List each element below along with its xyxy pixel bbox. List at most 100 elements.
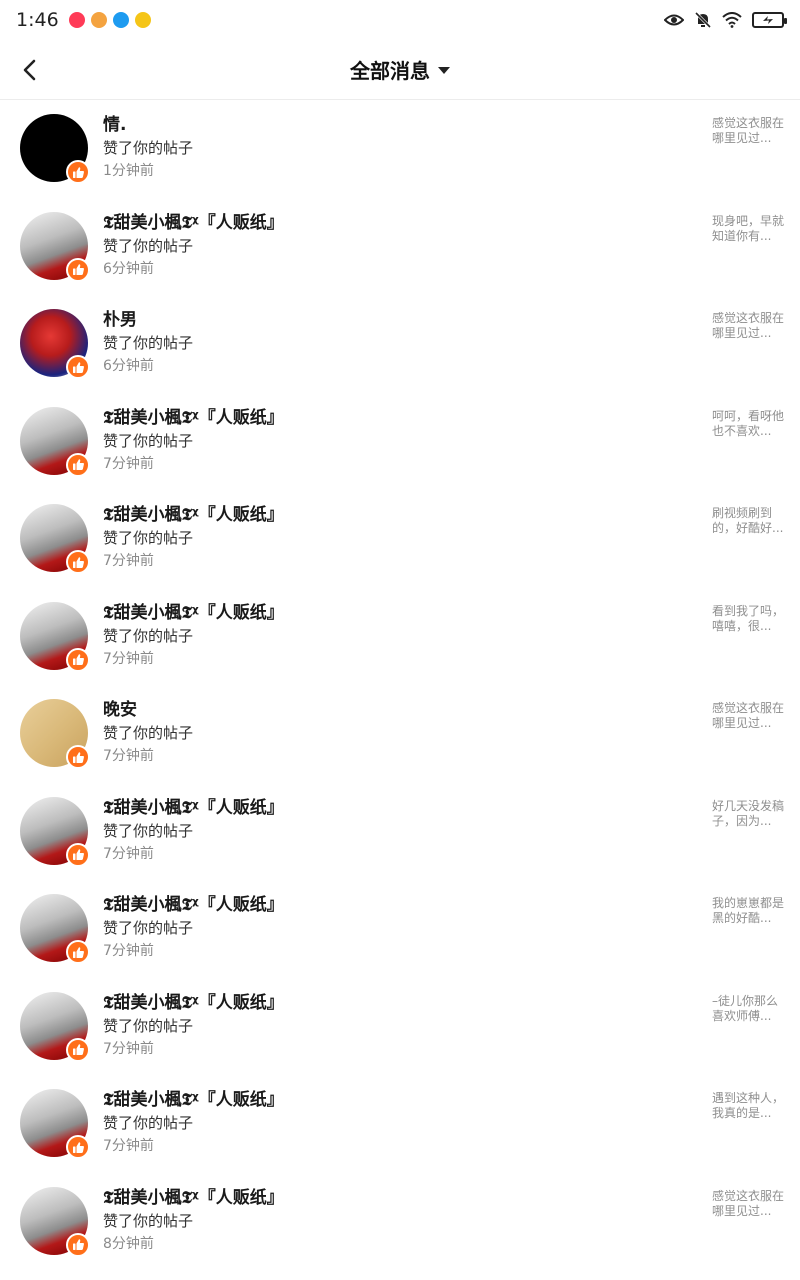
user-name[interactable]: 朴男 [103, 309, 683, 331]
post-preview[interactable]: 好几天没发稿子，因为... [712, 799, 784, 829]
news-app-icon [68, 12, 85, 28]
post-preview[interactable]: 感觉这衣服在哪里见过... [712, 1189, 784, 1219]
user-name[interactable]: 情. [103, 114, 683, 136]
timestamp: 7分钟前 [103, 650, 154, 667]
message-item[interactable]: 𝕿甜美小楓𝕿ᵡ『人贩纸』 赞了你的帖子 6分钟前 现身吧，早就知道你有... [0, 198, 800, 296]
timestamp: 7分钟前 [103, 1040, 154, 1057]
post-preview[interactable]: 我的崽崽都是黑的好酷... [712, 896, 784, 926]
message-item[interactable]: 晚安 赞了你的帖子 7分钟前 感觉这衣服在哪里见过... [0, 685, 800, 783]
like-badge [66, 550, 90, 574]
post-preview[interactable]: 感觉这衣服在哪里见过... [712, 116, 784, 146]
action-text: 赞了你的帖子 [103, 1114, 194, 1132]
action-text: 赞了你的帖子 [103, 139, 194, 157]
post-preview[interactable]: 看到我了吗，嘻嘻，很... [712, 604, 784, 634]
message-item[interactable]: 𝕿甜美小楓𝕿ᵡ『人贩纸』 赞了你的帖子 7分钟前 我的崽崽都是黑的好酷... [0, 880, 800, 978]
user-name[interactable]: 晚安 [103, 699, 683, 721]
timestamp: 7分钟前 [103, 455, 154, 472]
thumbs-up-icon [72, 1044, 84, 1055]
user-name[interactable]: 𝕿甜美小楓𝕿ᵡ『人贩纸』 [103, 797, 683, 819]
user-name[interactable]: 𝕿甜美小楓𝕿ᵡ『人贩纸』 [103, 504, 683, 526]
message-item[interactable]: 朴男 赞了你的帖子 6分钟前 感觉这衣服在哪里见过... [0, 295, 800, 393]
avatar-wrapper[interactable] [20, 309, 90, 379]
thumbs-up-icon [72, 556, 84, 568]
action-text: 赞了你的帖子 [103, 236, 194, 255]
timestamp: 7分钟前 [103, 943, 154, 959]
action-text: 赞了你的帖子 [103, 724, 194, 742]
message-text: 𝕿甜美小楓𝕿ᵡ『人贩纸』 赞了你的帖子 7分钟前 [103, 1089, 683, 1157]
wifi-icon [722, 12, 742, 28]
thumbs-up-icon [72, 166, 84, 178]
message-item[interactable]: 𝕿甜美小楓𝕿ᵡ『人贩纸』 赞了你的帖子 8分钟前 感觉这衣服在哪里见过... [0, 1173, 800, 1271]
thumbs-up-icon [72, 1141, 84, 1153]
message-text: 𝕿甜美小楓𝕿ᵡ『人贩纸』 赞了你的帖子 7分钟前 [103, 407, 683, 475]
like-badge [66, 1232, 90, 1257]
like-badge [66, 160, 90, 184]
avatar-wrapper[interactable] [20, 504, 90, 574]
avatar-wrapper[interactable] [20, 601, 90, 672]
avatar-wrapper[interactable] [20, 406, 90, 477]
thumbs-up-icon [72, 264, 84, 275]
thumbs-up-icon [72, 654, 84, 665]
post-preview[interactable]: 现身吧，早就知道你有... [712, 214, 784, 244]
user-name[interactable]: 𝕿甜美小楓𝕿ᵡ『人贩纸』 [103, 407, 683, 429]
avatar-wrapper[interactable] [20, 699, 90, 769]
user-name[interactable]: 𝕿甜美小楓𝕿ᵡ『人贩纸』 [103, 894, 683, 916]
like-badge [66, 1135, 90, 1159]
header-bar: 全部消息 [0, 40, 800, 100]
message-text: 𝕿甜美小楓𝕿ᵡ『人贩纸』 赞了你的帖子 6分钟前 [103, 212, 683, 280]
post-preview[interactable]: 感觉这衣服在哪里见过... [712, 701, 784, 731]
avatar-wrapper[interactable] [20, 796, 90, 867]
post-preview[interactable]: –徒儿你那么喜欢师傅... [712, 994, 784, 1024]
thumbs-up-icon [72, 459, 84, 470]
message-item[interactable]: 情. 赞了你的帖子 1分钟前 感觉这衣服在哪里见过... [0, 100, 800, 198]
user-name[interactable]: 𝕿甜美小楓𝕿ᵡ『人贩纸』 [103, 992, 683, 1014]
timestamp: 7分钟前 [103, 845, 154, 862]
battery-icon [752, 12, 787, 28]
avatar-wrapper[interactable] [20, 894, 90, 964]
timestamp: 7分钟前 [103, 748, 154, 764]
avatar-wrapper[interactable] [20, 211, 90, 282]
avatar-wrapper[interactable] [20, 991, 90, 1062]
message-item[interactable]: 𝕿甜美小楓𝕿ᵡ『人贩纸』 赞了你的帖子 7分钟前 –徒儿你那么喜欢师傅... [0, 978, 800, 1076]
user-name[interactable]: 𝕿甜美小楓𝕿ᵡ『人贩纸』 [103, 1187, 683, 1209]
action-text: 赞了你的帖子 [103, 334, 194, 352]
thumbs-up-icon [72, 946, 84, 958]
action-text: 赞了你的帖子 [103, 431, 194, 450]
user-name[interactable]: 𝕿甜美小楓𝕿ᵡ『人贩纸』 [103, 1089, 683, 1111]
thumbs-up-icon [72, 1239, 84, 1250]
user-name[interactable]: 𝕿甜美小楓𝕿ᵡ『人贩纸』 [103, 602, 683, 624]
message-text: 𝕿甜美小楓𝕿ᵡ『人贩纸』 赞了你的帖子 7分钟前 [103, 602, 683, 670]
message-item[interactable]: 𝕿甜美小楓𝕿ᵡ『人贩纸』 赞了你的帖子 7分钟前 刷视频刷到的，好酷好... [0, 490, 800, 588]
message-item[interactable]: 𝕿甜美小楓𝕿ᵡ『人贩纸』 赞了你的帖子 7分钟前 看到我了吗，嘻嘻，很... [0, 588, 800, 686]
message-list: 情. 赞了你的帖子 1分钟前 感觉这衣服在哪里见过... 𝕿甜美小楓𝕿ᵡ『人贩纸… [0, 100, 800, 1270]
action-text: 赞了你的帖子 [103, 529, 194, 547]
user-name[interactable]: 𝕿甜美小楓𝕿ᵡ『人贩纸』 [103, 212, 683, 234]
eye-icon [664, 14, 684, 26]
message-item[interactable]: 𝕿甜美小楓𝕿ᵡ『人贩纸』 赞了你的帖子 7分钟前 好几天没发稿子，因为... [0, 783, 800, 881]
shield-app-icon [134, 12, 151, 28]
message-item[interactable]: 𝕿甜美小楓𝕿ᵡ『人贩纸』 赞了你的帖子 7分钟前 遇到这种人，我真的是... [0, 1075, 800, 1173]
timestamp: 6分钟前 [103, 358, 154, 374]
message-text: 朴男 赞了你的帖子 6分钟前 [103, 309, 683, 377]
status-time: 1:46 [16, 9, 59, 31]
message-item[interactable]: 𝕿甜美小楓𝕿ᵡ『人贩纸』 赞了你的帖子 7分钟前 呵呵，看呀他也不喜欢... [0, 393, 800, 491]
back-button[interactable] [14, 54, 46, 86]
message-text: 晚安 赞了你的帖子 7分钟前 [103, 699, 683, 767]
like-badge [66, 452, 90, 477]
action-text: 赞了你的帖子 [103, 919, 194, 937]
like-badge [66, 1037, 90, 1062]
post-preview[interactable]: 刷视频刷到的，好酷好... [712, 506, 784, 536]
filter-dropdown[interactable]: 全部消息 [350, 55, 450, 84]
avatar-wrapper[interactable] [20, 114, 90, 184]
avatar-wrapper[interactable] [20, 1186, 90, 1257]
message-text: 𝕿甜美小楓𝕿ᵡ『人贩纸』 赞了你的帖子 7分钟前 [103, 504, 683, 572]
post-preview[interactable]: 遇到这种人，我真的是... [712, 1091, 784, 1121]
timestamp: 8分钟前 [103, 1235, 154, 1252]
chevron-left-icon [23, 59, 36, 81]
post-preview[interactable]: 呵呵，看呀他也不喜欢... [712, 409, 784, 439]
like-badge [66, 745, 90, 769]
avatar-wrapper[interactable] [20, 1089, 90, 1159]
thumbs-up-icon [72, 849, 84, 860]
post-preview[interactable]: 感觉这衣服在哪里见过... [712, 311, 784, 341]
like-badge [66, 842, 90, 867]
